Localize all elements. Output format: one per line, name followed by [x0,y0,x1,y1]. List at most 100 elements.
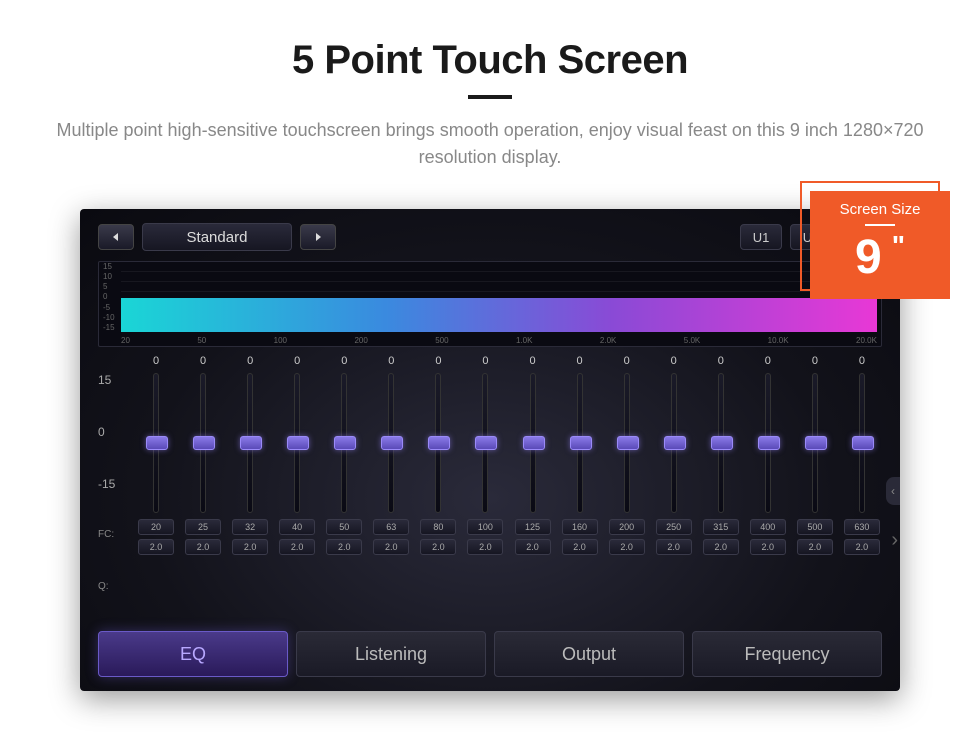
band-slider[interactable] [153,373,159,513]
slider-knob[interactable] [664,436,686,450]
band-slider[interactable] [765,373,771,513]
band-q[interactable]: 2.0 [562,539,598,555]
band-fc[interactable]: 630 [844,519,880,535]
band-slider[interactable] [482,373,488,513]
spectrum-x-tick: 500 [435,336,448,345]
band-fc[interactable]: 125 [515,519,551,535]
band-slider[interactable] [718,373,724,513]
band-fc[interactable]: 50 [326,519,362,535]
band-fc[interactable]: 315 [703,519,739,535]
slider-knob[interactable] [475,436,497,450]
slider-knob[interactable] [711,436,733,450]
eq-band-14: 0 500 2.0 [795,355,835,633]
band-q[interactable]: 2.0 [326,539,362,555]
slider-knob[interactable] [805,436,827,450]
scroll-right-button[interactable]: › [891,529,898,552]
band-q[interactable]: 2.0 [750,539,786,555]
slider-knob[interactable] [146,436,168,450]
slider-knob[interactable] [570,436,592,450]
band-slider[interactable] [577,373,583,513]
band-fc[interactable]: 63 [373,519,409,535]
band-slider[interactable] [671,373,677,513]
bottom-tabs: EQListeningOutputFrequency [98,631,882,677]
band-slider[interactable] [624,373,630,513]
spectrum-x-tick: 1.0K [516,336,532,345]
slider-knob[interactable] [758,436,780,450]
slider-knob[interactable] [193,436,215,450]
band-slider[interactable] [435,373,441,513]
tab-frequency[interactable]: Frequency [692,631,882,677]
band-q[interactable]: 2.0 [844,539,880,555]
band-fc[interactable]: 25 [185,519,221,535]
eq-band-4: 0502.0 [324,355,364,633]
triangle-left-icon [111,232,121,242]
slider-knob[interactable] [381,436,403,450]
preset-prev-button[interactable] [98,224,134,250]
spectrum-x-tick: 200 [354,336,367,345]
slider-knob[interactable] [334,436,356,450]
band-slider[interactable] [294,373,300,513]
slider-knob[interactable] [617,436,639,450]
band-slider[interactable] [388,373,394,513]
spectrum-y-tick: -15 [103,323,115,332]
slider-knob[interactable] [287,436,309,450]
band-q[interactable]: 2.0 [467,539,503,555]
eq-sliders: 0202.00252.00322.00402.00502.00632.00802… [136,355,882,633]
slider-knob[interactable] [523,436,545,450]
eq-band-8: 01252.0 [513,355,553,633]
side-collapse-tab[interactable]: ‹ [886,477,900,505]
axis-min: -15 [98,477,128,529]
slider-knob[interactable] [240,436,262,450]
tab-listening[interactable]: Listening [296,631,486,677]
band-fc[interactable]: 40 [279,519,315,535]
band-q[interactable]: 2.0 [138,539,174,555]
badge-value: 9 [855,230,882,285]
eq-band-15: 06302.0 [842,355,882,633]
band-fc[interactable]: 20 [138,519,174,535]
spectrum-x-tick: 20 [121,336,130,345]
band-q[interactable]: 2.0 [185,539,221,555]
band-q[interactable]: 2.0 [515,539,551,555]
band-q[interactable]: 2.0 [656,539,692,555]
band-fc[interactable]: 250 [656,519,692,535]
band-slider[interactable] [530,373,536,513]
band-fc[interactable]: 80 [420,519,456,535]
band-fc[interactable]: 200 [609,519,645,535]
slider-knob[interactable] [852,436,874,450]
band-value: 0 [247,355,253,371]
tab-eq[interactable]: EQ [98,631,288,677]
band-slider[interactable] [341,373,347,513]
band-slider[interactable] [247,373,253,513]
axis-mid: 0 [98,425,128,477]
band-q[interactable]: 2.0 [232,539,268,555]
band-slider[interactable] [812,373,818,513]
spectrum-y-tick: 15 [103,262,115,271]
band-value: 0 [812,355,818,371]
preset-next-button[interactable] [300,224,336,250]
band-slider[interactable] [200,373,206,513]
band-fc[interactable]: 160 [562,519,598,535]
band-q[interactable]: 2.0 [703,539,739,555]
band-q[interactable]: 2.0 [797,539,833,555]
band-q[interactable]: 2.0 [420,539,456,555]
band-q[interactable]: 2.0 [279,539,315,555]
preset-name[interactable]: Standard [142,223,292,251]
band-value: 0 [577,355,583,371]
fc-label: FC: [98,529,128,581]
band-q[interactable]: 2.0 [609,539,645,555]
eq-band-13: 04002.0 [748,355,788,633]
band-value: 0 [671,355,677,371]
slider-knob[interactable] [428,436,450,450]
band-fc[interactable]: 500 [797,519,833,535]
eq-band-5: 0632.0 [371,355,411,633]
spectrum-y-tick: -5 [103,303,115,312]
band-fc[interactable]: 400 [750,519,786,535]
device-screen: Standard U1 U2 U3 151050-5-10-15 2050100… [80,209,900,691]
band-fc[interactable]: 32 [232,519,268,535]
band-fc[interactable]: 100 [467,519,503,535]
band-q[interactable]: 2.0 [373,539,409,555]
tab-output[interactable]: Output [494,631,684,677]
user-preset-1-button[interactable]: U1 [740,224,782,250]
band-slider[interactable] [859,373,865,513]
spectrum-x-tick: 2.0K [600,336,616,345]
